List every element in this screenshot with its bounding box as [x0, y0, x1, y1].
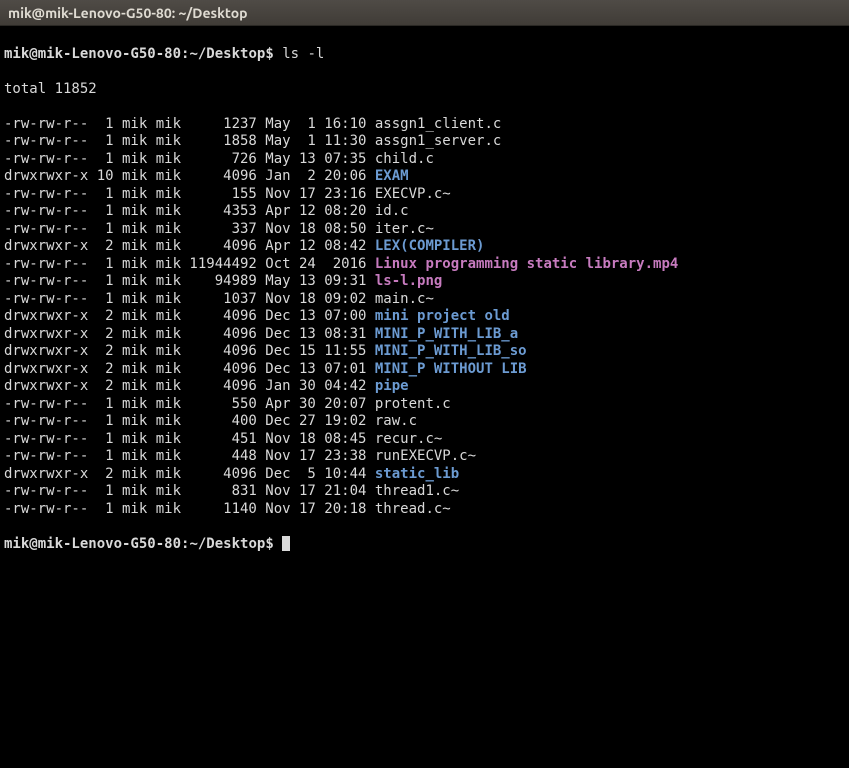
file-row: drwxrwxr-x 2 mik mik 4096 Dec 15 11:55 M…	[4, 343, 845, 361]
file-meta: -rw-rw-r-- 1 mik mik 1237 May 1 16:10	[4, 116, 375, 132]
file-meta: drwxrwxr-x 2 mik mik 4096 Jan 30 04:42	[4, 378, 375, 394]
file-meta: -rw-rw-r-- 1 mik mik 831 Nov 17 21:04	[4, 483, 375, 499]
file-row: -rw-rw-r-- 1 mik mik 94989 May 13 09:31 …	[4, 273, 845, 291]
file-meta: -rw-rw-r-- 1 mik mik 448 Nov 17 23:38	[4, 448, 375, 464]
file-name: static_lib	[375, 466, 459, 482]
file-meta: drwxrwxr-x 2 mik mik 4096 Dec 5 10:44	[4, 466, 375, 482]
file-name: protent.c	[375, 396, 451, 412]
file-name: main.c~	[375, 291, 434, 307]
file-row: -rw-rw-r-- 1 mik mik 11944492 Oct 24 201…	[4, 256, 845, 274]
command-text: ls -l	[282, 46, 324, 62]
total-line: total 11852	[4, 81, 845, 99]
file-name: runEXECVP.c~	[375, 448, 476, 464]
file-row: -rw-rw-r-- 1 mik mik 4353 Apr 12 08:20 i…	[4, 203, 845, 221]
file-row: -rw-rw-r-- 1 mik mik 451 Nov 18 08:45 re…	[4, 431, 845, 449]
terminal-area[interactable]: mik@mik-Lenovo-G50-80:~/Desktop$ ls -l t…	[0, 26, 849, 768]
prompt-user-host: mik@mik-Lenovo-G50-80	[4, 46, 181, 62]
file-name: MINI_P_WITH_LIB_a	[375, 326, 518, 342]
file-name: thread1.c~	[375, 483, 459, 499]
file-meta: -rw-rw-r-- 1 mik mik 1140 Nov 17 20:18	[4, 501, 375, 517]
file-row: -rw-rw-r-- 1 mik mik 1858 May 1 11:30 as…	[4, 133, 845, 151]
file-row: -rw-rw-r-- 1 mik mik 448 Nov 17 23:38 ru…	[4, 448, 845, 466]
file-row: -rw-rw-r-- 1 mik mik 726 May 13 07:35 ch…	[4, 151, 845, 169]
prompt-line-2: mik@mik-Lenovo-G50-80:~/Desktop$	[4, 536, 845, 554]
file-row: drwxrwxr-x 2 mik mik 4096 Dec 5 10:44 st…	[4, 466, 845, 484]
file-name: pipe	[375, 378, 409, 394]
file-name: ls-l.png	[375, 273, 442, 289]
file-name: thread.c~	[375, 501, 451, 517]
file-row: -rw-rw-r-- 1 mik mik 155 Nov 17 23:16 EX…	[4, 186, 845, 204]
file-name: LEX(COMPILER)	[375, 238, 485, 254]
file-row: -rw-rw-r-- 1 mik mik 1237 May 1 16:10 as…	[4, 116, 845, 134]
file-meta: -rw-rw-r-- 1 mik mik 726 May 13 07:35	[4, 151, 375, 167]
file-row: drwxrwxr-x 2 mik mik 4096 Apr 12 08:42 L…	[4, 238, 845, 256]
file-row: drwxrwxr-x 2 mik mik 4096 Dec 13 08:31 M…	[4, 326, 845, 344]
file-meta: -rw-rw-r-- 1 mik mik 1037 Nov 18 09:02	[4, 291, 375, 307]
file-name: assgn1_client.c	[375, 116, 501, 132]
prompt-line: mik@mik-Lenovo-G50-80:~/Desktop$ ls -l	[4, 46, 845, 64]
prompt-cwd: ~/Desktop	[189, 46, 265, 62]
file-row: drwxrwxr-x 2 mik mik 4096 Dec 13 07:00 m…	[4, 308, 845, 326]
file-name: raw.c	[375, 413, 417, 429]
file-row: -rw-rw-r-- 1 mik mik 337 Nov 18 08:50 it…	[4, 221, 845, 239]
file-meta: -rw-rw-r-- 1 mik mik 155 Nov 17 23:16	[4, 186, 375, 202]
file-meta: drwxrwxr-x 2 mik mik 4096 Dec 13 08:31	[4, 326, 375, 342]
file-row: drwxrwxr-x 10 mik mik 4096 Jan 2 20:06 E…	[4, 168, 845, 186]
window-title: mik@mik-Lenovo-G50-80: ~/Desktop	[8, 5, 248, 21]
file-meta: -rw-rw-r-- 1 mik mik 11944492 Oct 24 201…	[4, 256, 375, 272]
file-name: MINI_P_WITH_LIB_so	[375, 343, 527, 359]
file-name: EXECVP.c~	[375, 186, 451, 202]
file-meta: -rw-rw-r-- 1 mik mik 337 Nov 18 08:50	[4, 221, 375, 237]
file-name: iter.c~	[375, 221, 434, 237]
window-titlebar[interactable]: mik@mik-Lenovo-G50-80: ~/Desktop	[0, 0, 849, 26]
file-row: -rw-rw-r-- 1 mik mik 831 Nov 17 21:04 th…	[4, 483, 845, 501]
file-row: -rw-rw-r-- 1 mik mik 550 Apr 30 20:07 pr…	[4, 396, 845, 414]
file-meta: drwxrwxr-x 10 mik mik 4096 Jan 2 20:06	[4, 168, 375, 184]
file-name: mini project old	[375, 308, 510, 324]
file-name: MINI_P WITHOUT LIB	[375, 361, 527, 377]
file-name: assgn1_server.c	[375, 133, 501, 149]
file-row: -rw-rw-r-- 1 mik mik 1037 Nov 18 09:02 m…	[4, 291, 845, 309]
cursor	[282, 536, 290, 551]
file-meta: drwxrwxr-x 2 mik mik 4096 Dec 15 11:55	[4, 343, 375, 359]
file-name: id.c	[375, 203, 409, 219]
file-row: drwxrwxr-x 2 mik mik 4096 Jan 30 04:42 p…	[4, 378, 845, 396]
file-meta: -rw-rw-r-- 1 mik mik 451 Nov 18 08:45	[4, 431, 375, 447]
file-name: child.c	[375, 151, 434, 167]
file-meta: -rw-rw-r-- 1 mik mik 400 Dec 27 19:02	[4, 413, 375, 429]
file-name: Linux programming static library.mp4	[375, 256, 678, 272]
file-name: EXAM	[375, 168, 409, 184]
file-row: -rw-rw-r-- 1 mik mik 1140 Nov 17 20:18 t…	[4, 501, 845, 519]
file-meta: drwxrwxr-x 2 mik mik 4096 Dec 13 07:00	[4, 308, 375, 324]
file-row: -rw-rw-r-- 1 mik mik 400 Dec 27 19:02 ra…	[4, 413, 845, 431]
file-meta: drwxrwxr-x 2 mik mik 4096 Apr 12 08:42	[4, 238, 375, 254]
file-meta: drwxrwxr-x 2 mik mik 4096 Dec 13 07:01	[4, 361, 375, 377]
file-row: drwxrwxr-x 2 mik mik 4096 Dec 13 07:01 M…	[4, 361, 845, 379]
file-meta: -rw-rw-r-- 1 mik mik 94989 May 13 09:31	[4, 273, 375, 289]
file-meta: -rw-rw-r-- 1 mik mik 1858 May 1 11:30	[4, 133, 375, 149]
file-name: recur.c~	[375, 431, 442, 447]
file-meta: -rw-rw-r-- 1 mik mik 4353 Apr 12 08:20	[4, 203, 375, 219]
file-meta: -rw-rw-r-- 1 mik mik 550 Apr 30 20:07	[4, 396, 375, 412]
